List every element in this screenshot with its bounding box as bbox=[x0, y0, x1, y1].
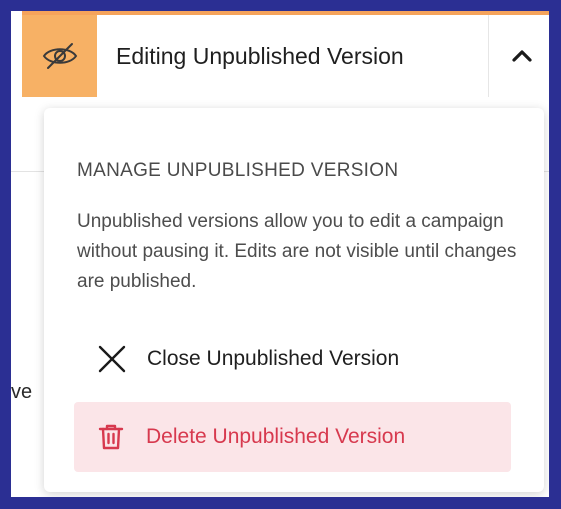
delete-unpublished-version-button[interactable]: Delete Unpublished Version bbox=[74, 402, 511, 472]
background-text-fragment: ve bbox=[11, 381, 33, 403]
chevron-up-icon[interactable] bbox=[489, 15, 549, 97]
editing-title[interactable]: Editing Unpublished Version bbox=[97, 15, 489, 97]
editing-title-label: Editing Unpublished Version bbox=[116, 42, 404, 69]
trash-icon bbox=[98, 424, 124, 450]
close-unpublished-version-button[interactable]: Close Unpublished Version bbox=[77, 334, 511, 384]
close-x-icon bbox=[98, 345, 126, 373]
app-canvas: ve Editing Unpublished Version MANAGE UN… bbox=[11, 11, 549, 497]
dropdown-heading: MANAGE UNPUBLISHED VERSION bbox=[77, 160, 399, 181]
manage-version-dropdown: MANAGE UNPUBLISHED VERSION Unpublished v… bbox=[44, 108, 544, 492]
dropdown-description: Unpublished versions allow you to edit a… bbox=[77, 211, 517, 292]
close-unpublished-version-label: Close Unpublished Version bbox=[147, 347, 400, 370]
eye-slash-icon[interactable] bbox=[22, 15, 97, 97]
delete-unpublished-version-label: Delete Unpublished Version bbox=[146, 425, 406, 448]
unpublished-version-toggle[interactable]: Editing Unpublished Version bbox=[22, 11, 549, 97]
